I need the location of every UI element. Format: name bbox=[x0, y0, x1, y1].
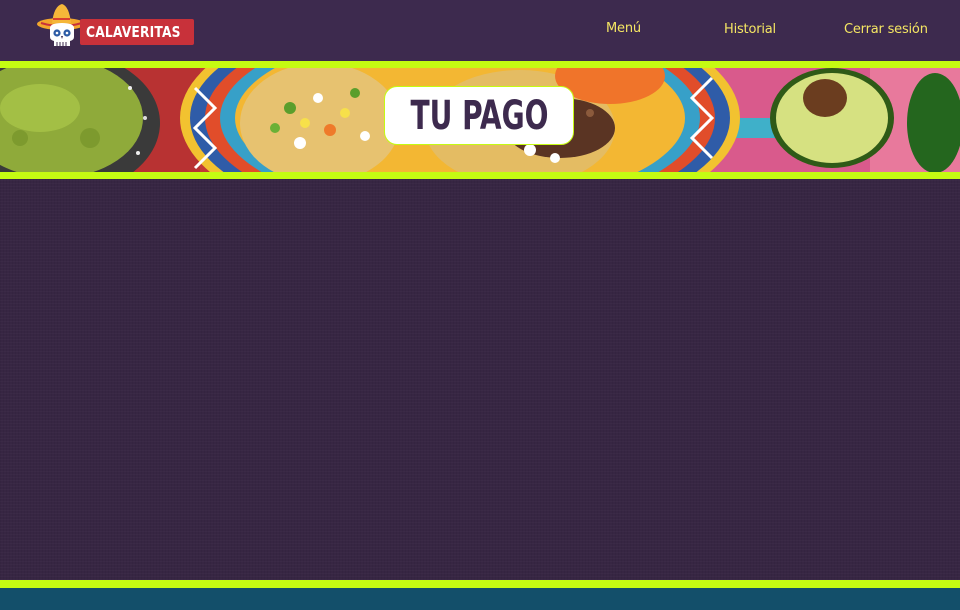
site-footer bbox=[0, 588, 960, 610]
nav-menu-link[interactable]: Menú bbox=[606, 20, 641, 38]
main-content bbox=[0, 179, 960, 580]
site-header: CALAVERITAS Menú Historial Cerrar sesión bbox=[0, 0, 960, 61]
footer-top-border bbox=[0, 580, 960, 588]
nav-historial-link[interactable]: Historial bbox=[724, 21, 776, 39]
banner-bottom-border bbox=[0, 172, 960, 179]
banner-top-border bbox=[0, 61, 960, 68]
main-nav: Menú Historial Cerrar sesión bbox=[0, 0, 960, 61]
page-title-box: TU PAGO bbox=[384, 86, 574, 145]
page-title: TU PAGO bbox=[409, 92, 549, 139]
nav-logout-link[interactable]: Cerrar sesión bbox=[844, 21, 928, 39]
